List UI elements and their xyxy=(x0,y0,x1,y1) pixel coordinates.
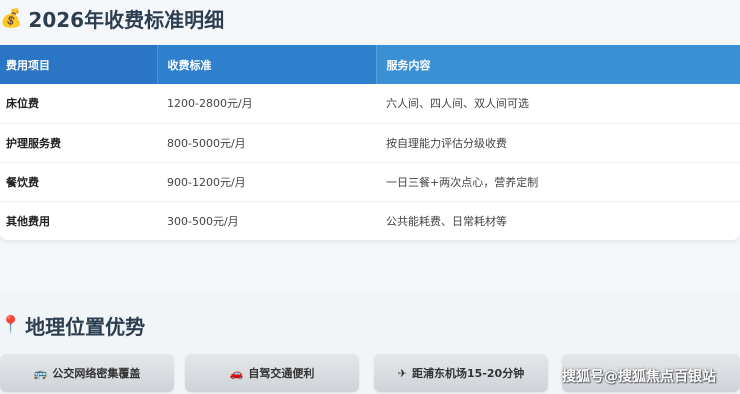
fee-price: 300-500元/月 xyxy=(167,214,239,228)
watermark: 搜狐号@搜狐焦点百银站 xyxy=(562,369,716,385)
column-header-content: 服务内容 xyxy=(375,45,740,84)
fee-price: 900-1200元/月 xyxy=(157,162,376,202)
fee-heading: 💰 2026年收费标准明细 xyxy=(0,3,224,33)
fee-item: 其他费用 xyxy=(6,214,50,228)
fee-price: 1200-2800元/月 xyxy=(157,84,376,124)
chip-label: 自驾交通便利 xyxy=(248,367,315,380)
table-row: 护理服务费 800-5000元/月 按自理能力评估分级收费 xyxy=(0,123,740,163)
table-row: 床位费 1200-2800元/月 六人间、四人间、双人间可选 xyxy=(0,84,740,124)
location-chip-car[interactable]: 🚗 自驾交通便利 xyxy=(185,354,359,392)
money-bag-icon: 💰 xyxy=(0,7,23,29)
column-header-item: 费用项目 xyxy=(0,45,157,84)
location-chip-airport[interactable]: ✈ 距浦东机场15-20分钟 xyxy=(374,354,548,392)
fee-content: 公共能耗费、日常耗材等 xyxy=(386,214,507,228)
fee-item: 床位费 xyxy=(0,84,157,124)
bus-icon: 🚌 xyxy=(33,366,48,380)
fee-price: 800-5000元/月 xyxy=(157,123,376,163)
fee-item: 护理服务费 xyxy=(0,123,157,163)
fee-table: 费用项目 收费标准 服务内容 床位费 1200-2800元/月 六人间、四人间、… xyxy=(0,45,740,240)
chip-label: 距浦东机场15-20分钟 xyxy=(412,367,525,380)
fee-heading-text: 2026年收费标准明细 xyxy=(28,7,225,32)
airplane-icon: ✈ xyxy=(397,366,408,380)
pushpin-icon: 📍 xyxy=(0,315,22,335)
table-row: 餐饮费 900-1200元/月 一日三餐+两次点心，营养定制 xyxy=(0,162,740,202)
car-icon: 🚗 xyxy=(229,366,244,380)
fee-table-card: 费用项目 收费标准 服务内容 床位费 1200-2800元/月 六人间、四人间、… xyxy=(0,45,740,240)
fee-section: 💰 2026年收费标准明细 费用项目 收费标准 服务内容 床位费 1200-28… xyxy=(0,0,740,270)
fee-table-header: 费用项目 收费标准 服务内容 xyxy=(0,45,740,84)
fee-item: 餐饮费 xyxy=(0,162,157,202)
location-heading-text: 地理位置优势 xyxy=(25,314,146,339)
column-header-price: 收费标准 xyxy=(156,45,376,84)
fee-content: 六人间、四人间、双人间可选 xyxy=(376,84,740,124)
fee-content: 一日三餐+两次点心，营养定制 xyxy=(376,162,740,202)
location-heading: 📍 地理位置优势 xyxy=(0,310,145,340)
table-row: 其他费用 300-500元/月 公共能耗费、日常耗材等 xyxy=(0,201,740,240)
fee-content: 按自理能力评估分级收费 xyxy=(376,123,740,163)
location-chip-bus[interactable]: 🚌 公交网络密集覆盖 xyxy=(0,354,174,392)
chip-label: 公交网络密集覆盖 xyxy=(52,367,141,380)
